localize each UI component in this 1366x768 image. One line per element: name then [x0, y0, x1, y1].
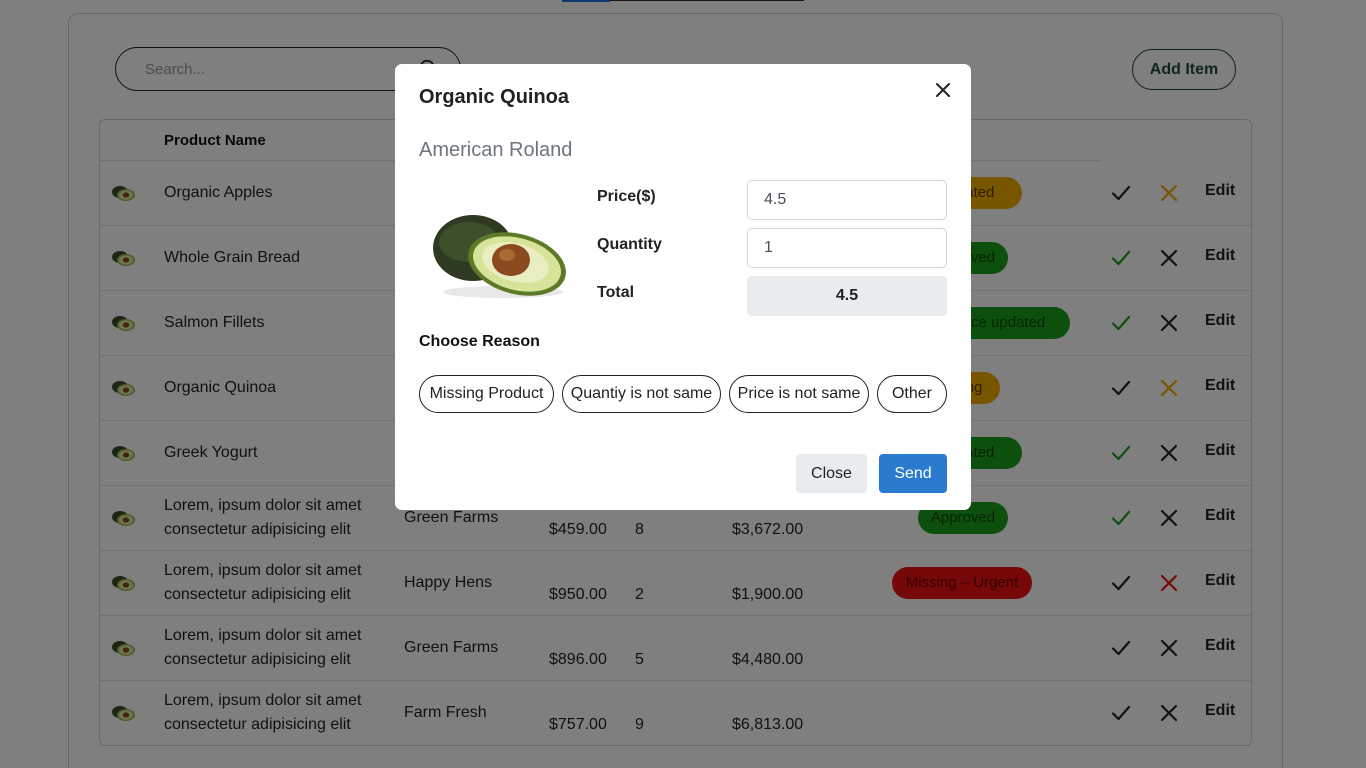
total-label: Total — [597, 284, 635, 301]
close-icon[interactable] — [931, 78, 955, 102]
modal-supplier: American Roland — [419, 139, 573, 161]
reason-price-not-same-button[interactable]: Price is not same — [729, 375, 869, 413]
quantity-input[interactable] — [747, 228, 947, 268]
choose-reason-heading: Choose Reason — [419, 333, 540, 350]
reason-quantity-not-same-button[interactable]: Quantiy is not same — [562, 375, 721, 413]
reason-missing-product-button[interactable]: Missing Product — [419, 375, 554, 413]
price-input[interactable] — [747, 180, 947, 220]
send-button[interactable]: Send — [879, 454, 947, 493]
price-label: Price($) — [597, 188, 656, 205]
quantity-label: Quantity — [597, 236, 662, 253]
avocado-image — [433, 215, 566, 298]
reason-other-button[interactable]: Other — [877, 375, 947, 413]
product-review-modal: Organic Quinoa American Roland Price($) … — [395, 64, 971, 510]
total-value: 4.5 — [747, 276, 947, 316]
modal-title: Organic Quinoa — [419, 86, 570, 108]
close-button[interactable]: Close — [796, 454, 867, 493]
